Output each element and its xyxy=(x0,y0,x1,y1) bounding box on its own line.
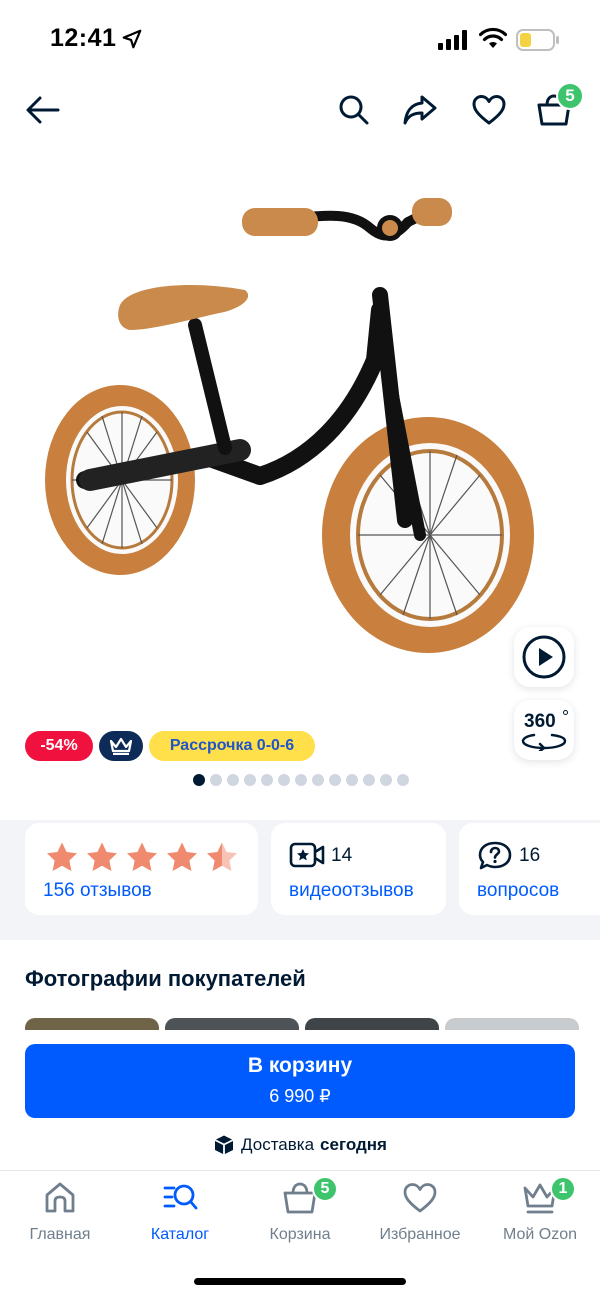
tab-cart-label: Корзина xyxy=(269,1226,331,1243)
view-360-button[interactable]: 360 xyxy=(514,700,574,760)
video-review-icon xyxy=(289,842,325,868)
cellular-signal-icon xyxy=(438,30,467,50)
status-time: 12:41 xyxy=(50,24,117,52)
gallery-dot[interactable] xyxy=(244,774,256,786)
tab-my-ozon[interactable]: Мой Ozon 1 xyxy=(480,1176,600,1244)
wifi-icon xyxy=(479,27,507,48)
info-cards-strip: 156 отзывов 14 видеоотзывов 16 вопросов xyxy=(0,820,600,940)
gallery-dot[interactable] xyxy=(261,774,273,786)
customer-photos-title: Фотографии покупателей xyxy=(25,966,306,991)
gallery-dot[interactable] xyxy=(329,774,341,786)
package-box-icon xyxy=(214,1135,234,1155)
location-arrow-icon xyxy=(122,29,142,49)
share-icon xyxy=(403,95,437,125)
gallery-dot[interactable] xyxy=(380,774,392,786)
video-reviews-link[interactable]: видеоотзывов xyxy=(289,880,414,902)
product-image-balance-bike[interactable] xyxy=(20,180,580,700)
degree-mark xyxy=(563,710,568,715)
star-icon xyxy=(127,842,157,871)
price: 6 990 ₽ xyxy=(269,1086,331,1106)
star-icon xyxy=(167,842,197,871)
gallery-dot[interactable] xyxy=(227,774,239,786)
tab-cart[interactable]: Корзина 5 xyxy=(240,1176,360,1244)
share-button[interactable] xyxy=(400,90,440,130)
gallery-dot[interactable] xyxy=(295,774,307,786)
cart-count-badge: 5 xyxy=(556,82,584,110)
home-icon xyxy=(45,1182,75,1213)
rotate-arrow-icon xyxy=(521,733,567,751)
gallery-dot[interactable] xyxy=(193,774,205,786)
search-icon xyxy=(339,95,369,125)
tab-favorites[interactable]: Избранное xyxy=(360,1180,480,1244)
question-count: 16 xyxy=(519,845,541,866)
tab-catalog-label: Каталог xyxy=(150,1226,210,1243)
rotate-360-icon: 360 xyxy=(518,707,570,753)
reviews-link[interactable]: 156 отзывов xyxy=(43,880,152,902)
discount-badge: -54% xyxy=(25,731,93,761)
gallery-dot[interactable] xyxy=(210,774,222,786)
gallery-pagination[interactable] xyxy=(193,774,409,786)
tab-catalog[interactable]: Каталог xyxy=(120,1180,240,1244)
premium-badge xyxy=(99,731,143,761)
battery-icon xyxy=(516,29,559,51)
my-ozon-badge: 1 xyxy=(550,1176,576,1202)
heart-icon xyxy=(472,95,506,125)
cart-tab-badge: 5 xyxy=(312,1176,338,1202)
crown-icon xyxy=(109,737,133,755)
tab-home[interactable]: Главная xyxy=(0,1180,120,1244)
star-icon xyxy=(87,842,117,871)
questions-card[interactable]: 16 вопросов xyxy=(459,823,600,915)
video-review-count: 14 xyxy=(331,845,353,866)
add-to-cart-label: В корзину xyxy=(247,1054,353,1077)
tab-my-ozon-label: Мой Ozon xyxy=(502,1226,578,1243)
questions-link[interactable]: вопросов xyxy=(477,880,559,902)
rating-stars xyxy=(45,841,239,873)
top-navigation xyxy=(0,80,600,140)
delivery-info: Доставка сегодня xyxy=(0,1134,600,1156)
search-button[interactable] xyxy=(334,90,374,130)
star-icon xyxy=(207,842,237,871)
gallery-dot[interactable] xyxy=(312,774,324,786)
gallery-dot[interactable] xyxy=(397,774,409,786)
heart-icon xyxy=(403,1183,437,1213)
gallery-dot[interactable] xyxy=(278,774,290,786)
installment-badge[interactable]: Рассрочка 0-0-6 xyxy=(149,731,315,761)
delivery-time: сегодня xyxy=(320,1135,387,1154)
play-icon xyxy=(522,635,566,679)
status-bar: 12:41 xyxy=(0,0,600,80)
product-badges: -54% Рассрочка 0-0-6 xyxy=(25,731,315,761)
delivery-prefix: Доставка xyxy=(241,1135,315,1154)
add-to-cart-button[interactable]: В корзину 6 990 ₽ xyxy=(25,1044,575,1118)
purchase-panel: В корзину 6 990 ₽ Доставка сегодня xyxy=(0,1030,600,1297)
question-bubble-icon xyxy=(478,841,512,870)
home-indicator[interactable] xyxy=(194,1278,406,1285)
arrow-left-icon xyxy=(26,96,60,124)
gallery-dot[interactable] xyxy=(363,774,375,786)
view-360-label: 360 xyxy=(524,711,556,732)
video-reviews-card[interactable]: 14 видеоотзывов xyxy=(271,823,446,915)
rating-card[interactable]: 156 отзывов xyxy=(25,823,258,915)
back-button[interactable] xyxy=(23,90,63,130)
catalog-search-icon xyxy=(163,1184,198,1210)
favorite-button[interactable] xyxy=(469,90,509,130)
star-icon xyxy=(47,842,77,871)
play-video-button[interactable] xyxy=(514,627,574,687)
tab-favorites-label: Избранное xyxy=(379,1226,461,1243)
gallery-dot[interactable] xyxy=(346,774,358,786)
tab-home-label: Главная xyxy=(29,1226,91,1243)
bottom-tab-bar: Главная Каталог Корзина 5 Избранное Мой … xyxy=(0,1170,600,1250)
